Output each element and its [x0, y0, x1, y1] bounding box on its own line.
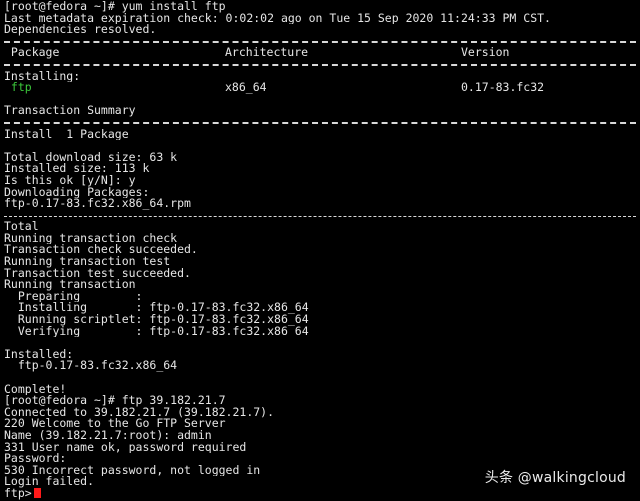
- terminal-line: Running transaction test: [4, 256, 171, 268]
- terminal-line: Last metadata expiration check: 0:02:02 …: [4, 12, 551, 25]
- package-name: ftp: [4, 80, 32, 95]
- terminal-line: Running transaction: [4, 279, 136, 291]
- terminal-line: 220 Welcome to the Go FTP Server: [4, 418, 226, 430]
- separator-rule: [4, 36, 640, 48]
- separator-rule: [4, 210, 640, 222]
- terminal-line: ftp-0.17-83.fc32.x86_64.rpm: [4, 198, 191, 210]
- ftp-prompt: ftp>: [4, 487, 32, 500]
- terminal-line: [root@fedora ~]# yum install ftp: [4, 1, 226, 13]
- terminal-line: Installing : ftp-0.17-83.fc32.x86_64: [4, 302, 309, 315]
- terminal-line: Dependencies resolved.: [4, 24, 157, 36]
- terminal-line: Running scriptlet: ftp-0.17-83.fc32.x86_…: [4, 314, 309, 326]
- terminal-line: Connected to 39.182.21.7 (39.182.21.7).: [4, 406, 275, 419]
- terminal-line: Password:: [4, 453, 67, 465]
- terminal-line: 331 User name ok, password required: [4, 441, 247, 454]
- terminal-line: Total download size: 63 k: [4, 151, 178, 164]
- terminal-line: Downloading Packages:: [4, 186, 150, 199]
- terminal-line: Complete!: [4, 383, 67, 396]
- terminal-line: Is this ok [y/N]: y: [4, 174, 136, 187]
- terminal-line: Installed size: 113 k: [4, 163, 150, 175]
- terminal-line: Installed:: [4, 348, 74, 361]
- command-prompt-line[interactable]: ftp>: [4, 487, 640, 500]
- package-version: 0.17-83.fc32: [461, 80, 545, 95]
- terminal-line: Installing:: [4, 70, 81, 83]
- terminal-line: Running transaction check: [4, 232, 178, 245]
- separator-rule: [4, 117, 640, 129]
- terminal-line: Preparing :: [4, 290, 143, 303]
- separator-rule: [4, 59, 640, 71]
- package-architecture: x86_64: [225, 80, 267, 95]
- text-cursor[interactable]: [33, 487, 41, 498]
- table-row: ftp x86_64 0.17-83.fc32: [4, 82, 640, 94]
- terminal-window[interactable]: [root@fedora ~]# yum install ftp Last me…: [0, 0, 640, 501]
- column-header-version: Version: [461, 45, 510, 60]
- column-header-package: Package: [4, 45, 60, 60]
- terminal-line: Install 1 Package: [4, 128, 129, 141]
- terminal-line: Transaction Summary: [4, 105, 136, 117]
- terminal-line: Verifying : ftp-0.17-83.fc32.x86_64: [4, 325, 309, 338]
- column-header-architecture: Architecture: [225, 45, 309, 60]
- watermark: 头条 @walkingcloud: [484, 470, 626, 486]
- terminal-line: Transaction test succeeded.: [4, 267, 191, 280]
- terminal-line: Transaction check succeeded.: [4, 244, 198, 257]
- terminal-line: [root@fedora ~]# ftp 39.182.21.7: [4, 395, 226, 407]
- table-header-row: Package Architecture Version: [4, 47, 640, 59]
- terminal-line: ftp-0.17-83.fc32.x86_64: [4, 360, 178, 372]
- terminal-line: Total: [4, 221, 39, 233]
- terminal-line: Name (39.182.21.7:root): admin: [4, 429, 212, 442]
